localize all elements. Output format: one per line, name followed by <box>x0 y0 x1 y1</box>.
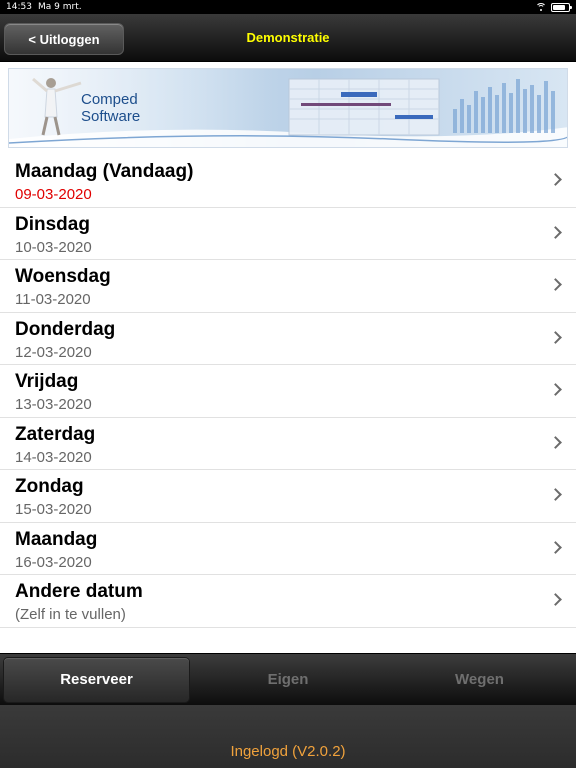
day-date: 09-03-2020 <box>15 186 92 203</box>
chevron-right-icon <box>549 225 562 239</box>
day-title: Woensdag <box>15 266 111 287</box>
day-title: Andere datum <box>15 581 143 602</box>
status-date: Ma 9 mrt. <box>38 2 82 12</box>
list-item-other-date[interactable]: Andere datum (Zelf in te vullen) <box>0 575 576 628</box>
list-item-day-1[interactable]: Dinsdag 10-03-2020 <box>0 207 576 260</box>
list-item-day-6[interactable]: Zondag 15-03-2020 <box>0 470 576 523</box>
list-item-day-2[interactable]: Woensdag 11-03-2020 <box>0 260 576 313</box>
chevron-right-icon <box>549 540 562 554</box>
day-title: Zondag <box>15 476 84 497</box>
day-title: Maandag <box>15 528 98 550</box>
page-title: Demonstratie <box>246 30 330 45</box>
day-title: Zaterdag <box>15 423 96 445</box>
list-item-day-7[interactable]: Maandag 16-03-2020 <box>0 522 576 575</box>
status-bar: 14:53 Ma 9 mrt. <box>0 0 576 14</box>
battery-icon <box>551 2 572 12</box>
banner-logo-text: Comped Software <box>81 91 140 125</box>
tab-reserveer[interactable]: Reserveer <box>4 658 189 702</box>
chevron-right-icon <box>549 330 562 344</box>
day-date: (Zelf in te vullen) <box>15 606 126 623</box>
grid-panel <box>288 78 440 136</box>
chevron-right-icon <box>549 593 562 606</box>
list-item-day-5[interactable]: Zaterdag 14-03-2020 <box>0 417 576 470</box>
day-date: 14-03-2020 <box>15 448 92 466</box>
day-date: 11-03-2020 <box>15 291 91 308</box>
footer: Ingelogd (V2.0.2) <box>0 705 576 768</box>
list-item-day-0[interactable]: Maandag (Vandaag) 09-03-2020 <box>0 155 576 208</box>
status-icons <box>535 0 572 14</box>
day-title: Dinsdag <box>15 213 90 235</box>
banner-area: Comped Software <box>0 62 576 154</box>
chevron-right-icon <box>549 488 562 501</box>
comped-software-banner: Comped Software <box>8 68 568 148</box>
chevron-right-icon <box>549 173 562 186</box>
day-date: 12-03-2020 <box>15 343 92 361</box>
day-list: Maandag (Vandaag) 09-03-2020 Dinsdag 10-… <box>0 155 576 628</box>
chevron-right-icon <box>549 435 562 449</box>
day-title: Maandag (Vandaag) <box>15 161 194 182</box>
banner-line-2: Software <box>81 108 141 125</box>
chevron-right-icon <box>549 278 562 291</box>
bar-chart-graphic <box>453 79 555 133</box>
battery-level <box>553 4 565 10</box>
login-status: Ingelogd (V2.0.2) <box>230 743 346 760</box>
tab-wegen[interactable]: Wegen <box>387 658 572 702</box>
day-date: 10-03-2020 <box>15 238 92 256</box>
tab-eigen[interactable]: Eigen <box>193 658 383 702</box>
day-title: Donderdag <box>15 318 116 340</box>
wifi-icon <box>535 2 546 12</box>
tab-bar: Reserveer Eigen Wegen <box>0 653 576 705</box>
navigation-bar: < Uitloggen Demonstratie <box>0 14 576 62</box>
day-date: 16-03-2020 <box>15 553 92 571</box>
day-title: Vrijdag <box>15 371 79 392</box>
chevron-right-icon <box>549 383 562 396</box>
list-item-day-3[interactable]: Donderdag 12-03-2020 <box>0 312 576 365</box>
banner-line-1: Comped <box>81 91 138 108</box>
list-item-day-4[interactable]: Vrijdag 13-03-2020 <box>0 365 576 418</box>
status-time: 14:53 <box>6 2 32 12</box>
day-date: 13-03-2020 <box>15 396 92 413</box>
day-date: 15-03-2020 <box>15 501 92 518</box>
